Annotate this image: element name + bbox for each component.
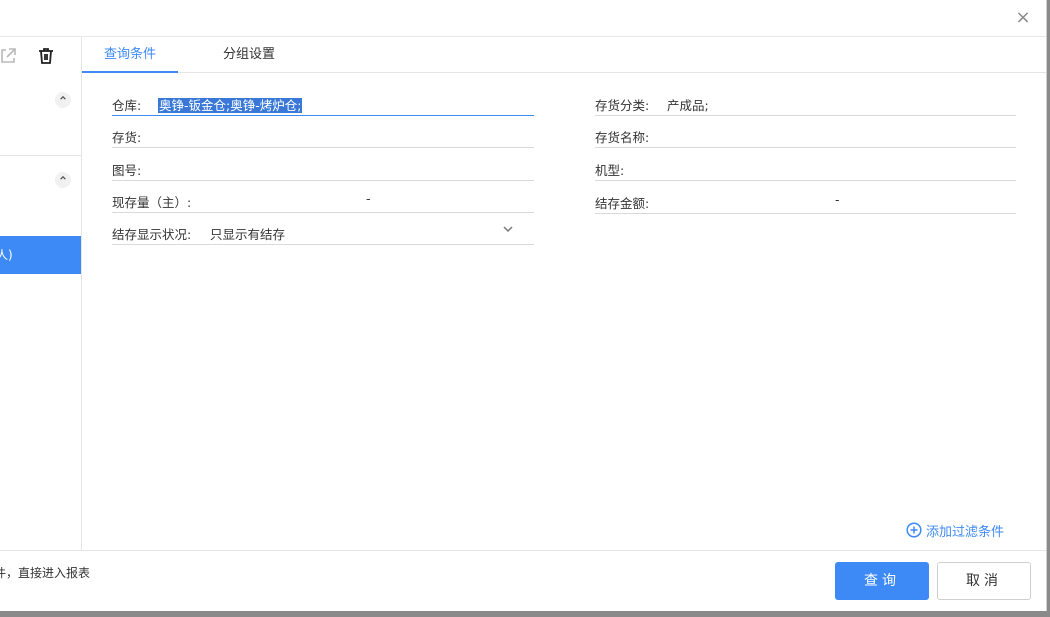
balance-amount-label: 结存金额: (595, 196, 650, 211)
scheme-item-selected[interactable]: 人) (0, 236, 81, 274)
query-dialog: × 人) 查询条件 分组设置 仓库: 奥铮-钣金仓;奥铮-烤炉仓; 存货: 图号 (0, 0, 1047, 611)
inventory-name-label: 存货名称: (595, 130, 650, 145)
query-button[interactable]: 查询 (835, 562, 929, 600)
add-filter-button[interactable]: 添加过滤条件 (906, 521, 1005, 540)
external-link-icon[interactable] (0, 46, 18, 66)
add-filter-label: 添加过滤条件 (926, 524, 1005, 540)
current-qty-label: 现存量（主）: (112, 195, 192, 210)
inventory-category-label: 存货分类: (595, 98, 650, 113)
warehouse-label: 仓库: (112, 98, 142, 113)
inventory-category-input[interactable]: 产成品; (667, 95, 709, 114)
warehouse-input[interactable]: 奥铮-钣金仓;奥铮-烤炉仓; (158, 95, 303, 114)
tab-group-settings[interactable]: 分组设置 (204, 37, 294, 72)
inventory-field[interactable]: 存货: (112, 121, 534, 148)
scheme-item-label: 人) (0, 248, 13, 262)
panel-divider (0, 155, 81, 156)
close-icon[interactable]: × (1014, 9, 1032, 27)
tab-bar: 查询条件 分组设置 (82, 37, 1046, 73)
scheme-panel: 人) (0, 37, 82, 551)
current-qty-range-separator: - (366, 191, 371, 206)
drawing-no-field[interactable]: 图号: (112, 154, 534, 181)
model-field[interactable]: 机型: (595, 154, 1016, 181)
balance-display-label: 结存显示状况: (112, 227, 192, 242)
balance-display-field[interactable]: 结存显示状况: 只显示有结存 (112, 218, 534, 245)
model-label: 机型: (595, 163, 625, 178)
inventory-label: 存货: (112, 130, 142, 145)
balance-amount-range-separator: - (835, 192, 840, 207)
plus-circle-icon (906, 522, 922, 538)
chevron-down-icon[interactable] (502, 223, 514, 235)
inventory-category-field[interactable]: 存货分类: 产成品; (595, 89, 1016, 116)
chevron-up-icon[interactable] (55, 92, 71, 108)
warehouse-field[interactable]: 仓库: 奥铮-钣金仓;奥铮-烤炉仓; (112, 89, 534, 116)
footer-divider (0, 550, 1046, 551)
drawing-no-label: 图号: (112, 163, 142, 178)
balance-amount-field[interactable]: 结存金额: - (595, 187, 1016, 214)
tab-query-conditions[interactable]: 查询条件 (82, 37, 178, 73)
footer-note: 件，直接进入报表 (0, 566, 91, 580)
inventory-name-field[interactable]: 存货名称: (595, 121, 1016, 148)
cancel-button[interactable]: 取消 (937, 562, 1031, 600)
trash-icon[interactable] (36, 46, 56, 66)
current-qty-field[interactable]: 现存量（主）: - (112, 186, 534, 213)
chevron-up-icon[interactable] (55, 172, 71, 188)
balance-display-select[interactable]: 只显示有结存 (210, 224, 285, 243)
